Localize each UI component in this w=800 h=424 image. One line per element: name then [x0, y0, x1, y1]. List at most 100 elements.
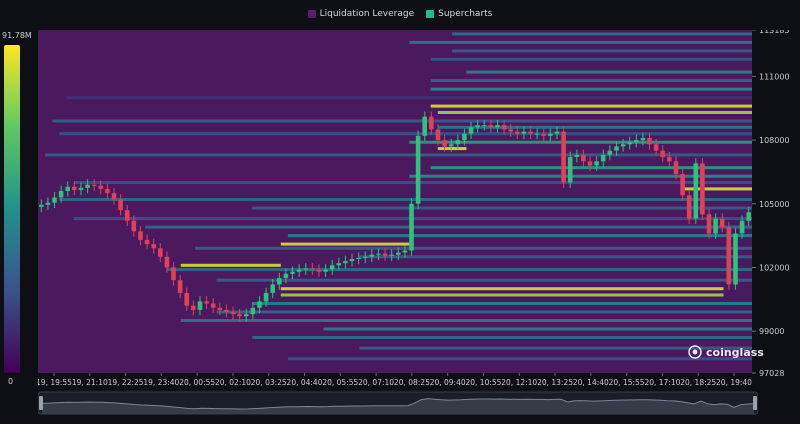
candle-body-101[interactable]	[706, 214, 712, 234]
candle-body-79[interactable]	[561, 131, 566, 183]
candle-body-2[interactable]	[52, 197, 57, 203]
candle-body-95[interactable]	[667, 157, 672, 162]
candle-body-44[interactable]	[329, 265, 335, 270]
candle-body-86[interactable]	[607, 150, 613, 155]
candle-body-64[interactable]	[462, 133, 467, 141]
candle-body-67[interactable]	[481, 125, 487, 127]
candle-body-99[interactable]	[693, 163, 699, 219]
candle-body-0[interactable]	[39, 204, 44, 207]
candle-body-39[interactable]	[296, 269, 302, 272]
candle-body-11[interactable]	[111, 193, 117, 200]
liquidation-heatmap-chart[interactable]: 113185 111000 108000 105000 102000 99000 97028…	[38, 30, 800, 390]
candle-body-81[interactable]	[574, 154, 580, 157]
candle-body-107[interactable]	[746, 212, 751, 221]
candle-body-22[interactable]	[184, 292, 189, 306]
candle-body-69[interactable]	[495, 125, 500, 128]
candle-body-52[interactable]	[382, 253, 388, 256]
candle-body-21[interactable]	[177, 280, 183, 293]
candle-body-33[interactable]	[257, 301, 262, 308]
candle-body-43[interactable]	[323, 269, 328, 272]
candle-body-88[interactable]	[620, 144, 626, 147]
candle-body-36[interactable]	[277, 278, 282, 285]
candle-body-105[interactable]	[733, 233, 738, 285]
candle-body-18[interactable]	[158, 248, 163, 257]
candle-body-47[interactable]	[349, 259, 355, 262]
candle-body-17[interactable]	[151, 244, 156, 249]
candle-body-65[interactable]	[468, 127, 474, 134]
candle-body-98[interactable]	[686, 195, 692, 219]
candle-body-83[interactable]	[587, 161, 593, 166]
candle-body-70[interactable]	[501, 125, 507, 130]
candle-body-92[interactable]	[647, 138, 652, 145]
candle-body-102[interactable]	[713, 218, 718, 234]
candle-body-89[interactable]	[627, 142, 632, 145]
candle-body-48[interactable]	[356, 257, 361, 259]
candle-body-50[interactable]	[369, 254, 375, 257]
candle-body-38[interactable]	[290, 271, 295, 274]
candle-body-4[interactable]	[65, 186, 70, 191]
candle-body-84[interactable]	[594, 161, 599, 166]
candle-body-25[interactable]	[204, 301, 209, 304]
candle-body-16[interactable]	[144, 239, 150, 245]
candle-body-97[interactable]	[680, 174, 685, 196]
candle-body-85[interactable]	[600, 154, 606, 162]
candle-body-104[interactable]	[726, 227, 732, 285]
candle-body-68[interactable]	[488, 125, 494, 128]
candle-body-7[interactable]	[85, 184, 90, 188]
candle-body-8[interactable]	[91, 184, 97, 186]
candle-body-35[interactable]	[270, 284, 275, 293]
navigator-right-handle[interactable]	[753, 396, 757, 410]
candle-body-42[interactable]	[316, 269, 322, 272]
candle-body-60[interactable]	[435, 129, 441, 141]
candle-body-80[interactable]	[567, 157, 573, 183]
candle-body-34[interactable]	[263, 292, 269, 302]
candle-body-57[interactable]	[415, 135, 421, 204]
candle-body-46[interactable]	[343, 261, 348, 264]
candle-body-15[interactable]	[138, 231, 143, 240]
candle-body-31[interactable]	[243, 314, 249, 317]
candle-body-32[interactable]	[250, 307, 256, 315]
candle-body-41[interactable]	[310, 268, 315, 270]
time-navigator[interactable]	[38, 390, 758, 416]
candle-body-27[interactable]	[217, 307, 223, 310]
candle-body-53[interactable]	[389, 254, 394, 256]
legend-item-supercharts[interactable]: Supercharts	[426, 9, 492, 19]
candle-body-49[interactable]	[362, 256, 368, 258]
candle-body-91[interactable]	[640, 138, 646, 141]
candle-body-30[interactable]	[237, 314, 242, 317]
candle-body-74[interactable]	[528, 131, 533, 134]
candle-body-66[interactable]	[475, 125, 480, 128]
candle-body-19[interactable]	[164, 256, 170, 268]
candle-body-63[interactable]	[455, 140, 461, 145]
candle-body-62[interactable]	[448, 144, 454, 147]
candle-body-78[interactable]	[554, 131, 560, 134]
candle-body-45[interactable]	[336, 263, 342, 266]
candle-body-1[interactable]	[45, 202, 51, 205]
candle-body-75[interactable]	[534, 133, 540, 135]
candle-body-6[interactable]	[78, 187, 84, 190]
candle-body-73[interactable]	[521, 131, 527, 134]
candle-body-9[interactable]	[98, 185, 104, 189]
candle-body-100[interactable]	[700, 163, 705, 215]
candle-body-61[interactable]	[442, 140, 447, 147]
candle-body-58[interactable]	[422, 116, 427, 136]
candle-body-28[interactable]	[224, 309, 229, 312]
candle-body-14[interactable]	[131, 220, 137, 232]
candle-body-54[interactable]	[396, 252, 401, 255]
candle-body-106[interactable]	[739, 220, 745, 234]
candle-body-59[interactable]	[429, 116, 434, 130]
candle-body-23[interactable]	[191, 305, 196, 310]
candle-body-3[interactable]	[58, 191, 64, 198]
candle-body-76[interactable]	[541, 133, 546, 136]
candle-body-72[interactable]	[515, 131, 520, 134]
candle-body-94[interactable]	[660, 150, 665, 158]
candle-body-5[interactable]	[72, 186, 77, 190]
candle-body-51[interactable]	[376, 253, 381, 255]
candle-body-13[interactable]	[124, 210, 130, 221]
candle-body-77[interactable]	[548, 133, 553, 136]
candle-body-20[interactable]	[171, 267, 176, 281]
candle-body-56[interactable]	[409, 203, 414, 251]
candle-body-26[interactable]	[210, 303, 216, 308]
candle-body-29[interactable]	[230, 312, 236, 315]
candle-body-55[interactable]	[402, 250, 408, 253]
